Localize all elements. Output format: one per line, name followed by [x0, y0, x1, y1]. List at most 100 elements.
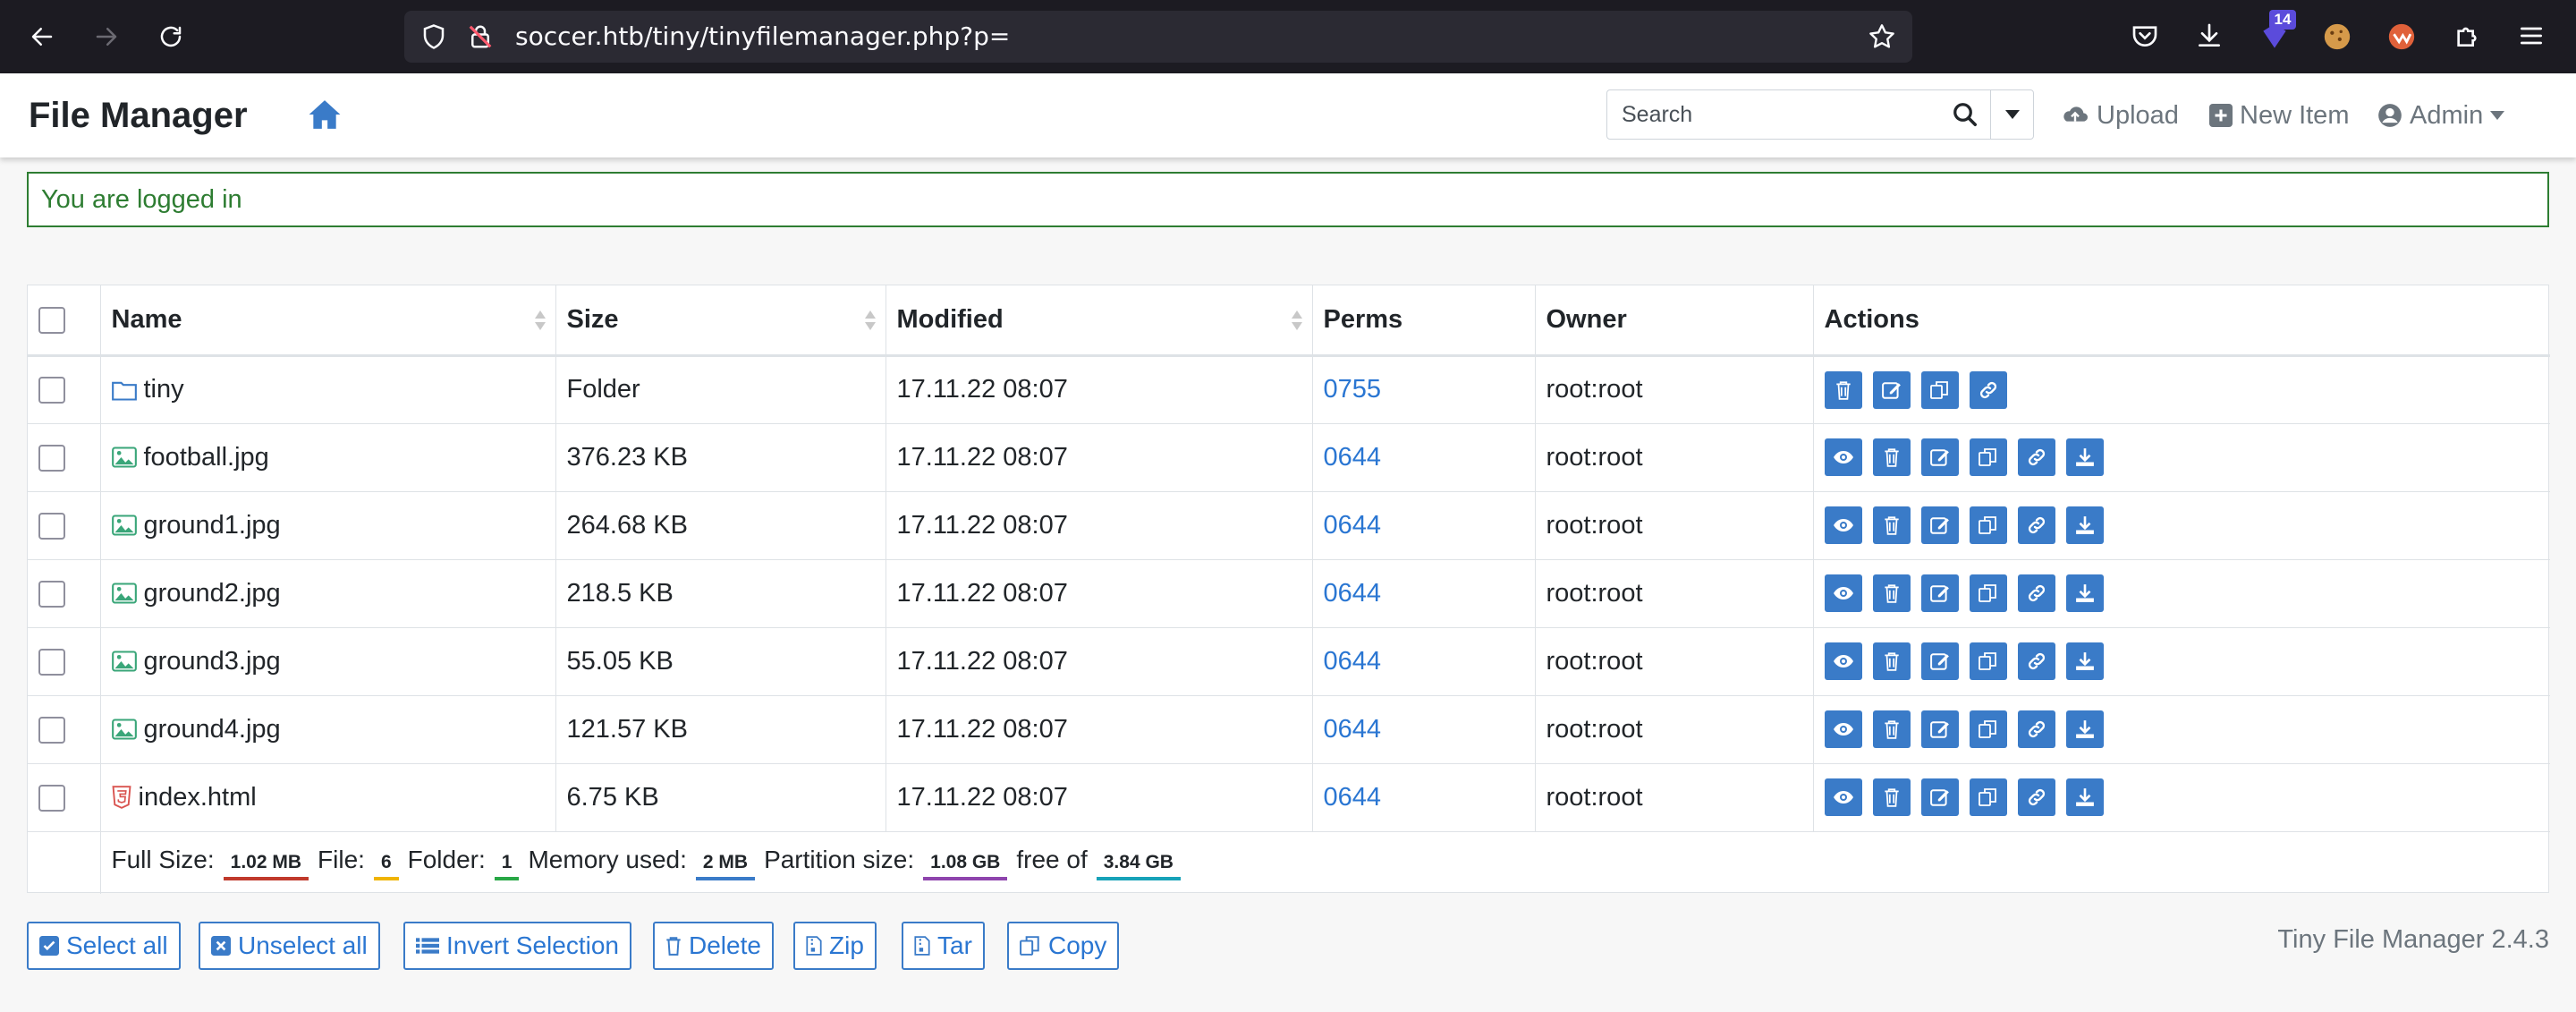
view-action-button[interactable] — [1824, 642, 1862, 680]
rename-action-button[interactable] — [1920, 438, 1959, 476]
direct-link-action-button[interactable] — [1969, 370, 2007, 409]
rename-action-button[interactable] — [1920, 778, 1959, 816]
select-all-button[interactable]: Select all — [27, 922, 181, 970]
delete-action-button[interactable] — [1872, 778, 1911, 816]
rename-action-button[interactable] — [1872, 370, 1911, 409]
view-icon — [1833, 653, 1854, 669]
hamburger-menu-icon[interactable] — [2517, 21, 2546, 50]
copy-action-button[interactable] — [1969, 778, 2007, 816]
direct-link-action-button[interactable] — [2017, 506, 2055, 544]
app-title[interactable]: File Manager — [29, 73, 248, 157]
direct-link-action-button[interactable] — [2017, 438, 2055, 476]
file-name-link[interactable]: index.html — [139, 783, 257, 812]
invert-selection-button[interactable]: Invert Selection — [403, 922, 631, 970]
download-action-button[interactable] — [2065, 506, 2104, 544]
home-icon[interactable] — [308, 98, 342, 135]
bookmark-star-icon[interactable] — [1868, 22, 1896, 51]
forward-button[interactable] — [86, 16, 127, 57]
copy-action-button[interactable] — [1969, 574, 2007, 612]
copy-action-button[interactable] — [1969, 438, 2007, 476]
column-header-modified[interactable]: Modified — [886, 285, 1313, 357]
row-checkbox[interactable] — [38, 716, 65, 744]
perms-link[interactable]: 0644 — [1324, 715, 1382, 744]
perms-link[interactable]: 0755 — [1324, 375, 1382, 404]
file-name-link[interactable]: ground1.jpg — [144, 511, 281, 540]
row-checkbox[interactable] — [38, 784, 65, 812]
row-checkbox[interactable] — [38, 377, 65, 404]
shield-icon[interactable] — [420, 23, 447, 50]
copy-action-button[interactable] — [1969, 642, 2007, 680]
login-success-alert: You are logged in — [27, 172, 2549, 227]
file-name-link[interactable]: football.jpg — [144, 443, 269, 472]
row-checkbox[interactable] — [38, 512, 65, 540]
search-dropdown-toggle[interactable] — [1990, 90, 2033, 139]
view-action-button[interactable] — [1824, 710, 1862, 748]
upload-link[interactable]: Upload — [2061, 73, 2179, 157]
pocket-icon[interactable] — [2131, 21, 2159, 50]
url-bar[interactable]: soccer.htb/tiny/tinyfilemanager.php?p= — [404, 11, 1912, 63]
plus-square-icon — [2209, 104, 2233, 127]
delete-action-button[interactable] — [1872, 642, 1911, 680]
download-action-button[interactable] — [2065, 710, 2104, 748]
perms-link[interactable]: 0644 — [1324, 579, 1382, 608]
rename-action-button[interactable] — [1920, 506, 1959, 544]
delete-button[interactable]: Delete — [653, 922, 774, 970]
rename-action-button[interactable] — [1920, 710, 1959, 748]
user-menu[interactable]: Admin — [2377, 73, 2505, 157]
copy-button[interactable]: Copy — [1007, 922, 1120, 970]
search-icon[interactable] — [1940, 90, 1990, 139]
view-action-button[interactable] — [1824, 506, 1862, 544]
row-checkbox[interactable] — [38, 580, 65, 608]
perms-link[interactable]: 0644 — [1324, 443, 1382, 472]
row-checkbox[interactable] — [38, 648, 65, 676]
back-button[interactable] — [21, 16, 63, 57]
view-action-button[interactable] — [1824, 778, 1862, 816]
wappalyzer-icon[interactable] — [2386, 21, 2417, 52]
file-name-link[interactable]: ground2.jpg — [144, 579, 281, 608]
app-navbar: File Manager Upload New Item Admin — [0, 73, 2576, 157]
direct-link-action-button[interactable] — [2017, 642, 2055, 680]
insecure-lock-icon[interactable] — [467, 23, 494, 50]
view-action-button[interactable] — [1824, 438, 1862, 476]
view-action-button[interactable] — [1824, 574, 1862, 612]
delete-action-button[interactable] — [1872, 438, 1911, 476]
select-all-checkbox[interactable] — [38, 307, 65, 335]
new-item-link[interactable]: New Item — [2209, 73, 2349, 157]
perms-link[interactable]: 0644 — [1324, 647, 1382, 676]
delete-action-button[interactable] — [1872, 506, 1911, 544]
file-name-link[interactable]: ground3.jpg — [144, 647, 281, 676]
tar-button[interactable]: Tar — [902, 922, 985, 970]
delete-action-button[interactable] — [1872, 710, 1911, 748]
html5-icon — [112, 786, 131, 809]
url-text[interactable]: soccer.htb/tiny/tinyfilemanager.php?p= — [515, 11, 1010, 63]
rename-action-button[interactable] — [1920, 574, 1959, 612]
rename-action-button[interactable] — [1920, 642, 1959, 680]
download-action-button[interactable] — [2065, 574, 2104, 612]
delete-action-button[interactable] — [1872, 574, 1911, 612]
column-header-name[interactable]: Name — [100, 285, 556, 357]
zip-button[interactable]: Zip — [793, 922, 877, 970]
copy-action-button[interactable] — [1920, 370, 1959, 409]
download-action-button[interactable] — [2065, 642, 2104, 680]
direct-link-action-button[interactable] — [2017, 778, 2055, 816]
file-name-link[interactable]: tiny — [144, 375, 184, 404]
download-action-button[interactable] — [2065, 438, 2104, 476]
direct-link-action-button[interactable] — [2017, 574, 2055, 612]
download-action-button[interactable] — [2065, 778, 2104, 816]
reload-button[interactable] — [150, 16, 191, 57]
unselect-all-button[interactable]: Unselect all — [199, 922, 380, 970]
copy-action-button[interactable] — [1969, 710, 2007, 748]
search-input[interactable] — [1607, 90, 1990, 139]
perms-link[interactable]: 0644 — [1324, 783, 1382, 812]
perms-cell: 0644 — [1312, 559, 1536, 627]
row-checkbox[interactable] — [38, 444, 65, 472]
copy-action-button[interactable] — [1969, 506, 2007, 544]
perms-link[interactable]: 0644 — [1324, 511, 1382, 540]
cookie-icon[interactable] — [2322, 21, 2352, 52]
downloads-icon[interactable] — [2195, 21, 2224, 50]
extensions-puzzle-icon[interactable] — [2453, 21, 2481, 50]
column-header-size[interactable]: Size — [555, 285, 886, 357]
file-name-link[interactable]: ground4.jpg — [144, 715, 281, 744]
delete-action-button[interactable] — [1824, 370, 1862, 409]
direct-link-action-button[interactable] — [2017, 710, 2055, 748]
